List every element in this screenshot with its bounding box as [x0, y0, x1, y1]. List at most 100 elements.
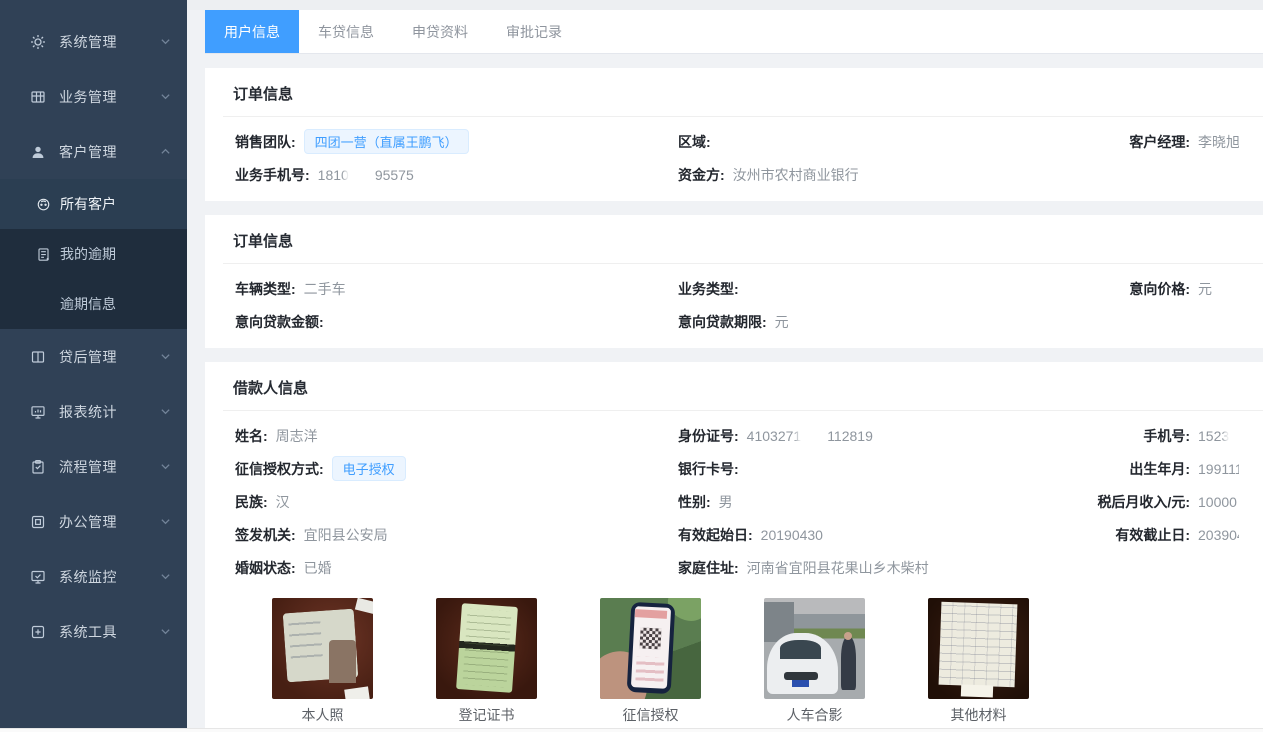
- field-home-address: 家庭住址: 河南省宜阳县花果山乡木柴村: [678, 558, 1078, 578]
- chevron-down-icon: [160, 36, 171, 47]
- sidebar-subitem-my-overdue[interactable]: 我的逾期: [0, 229, 187, 279]
- clipboard-icon: [30, 459, 46, 475]
- sidebar-item-process-management[interactable]: 流程管理: [0, 439, 187, 494]
- sidebar: 系统管理 业务管理 客户管理 所有客户: [0, 0, 187, 732]
- sidebar-subitem-label: 逾期信息: [60, 294, 116, 314]
- field-vehicle-type: 车辆类型: 二手车: [235, 279, 678, 299]
- sidebar-item-label: 系统管理: [59, 32, 160, 52]
- customer-service-icon: [36, 197, 51, 212]
- sidebar-item-business-management[interactable]: 业务管理: [0, 69, 187, 124]
- photo-item: 征信授权: [600, 598, 701, 725]
- section-title: 借款人信息: [205, 362, 1263, 410]
- photo-caption: 本人照: [272, 705, 373, 725]
- chevron-down-icon: [160, 516, 171, 527]
- sidebar-item-label: 系统工具: [59, 622, 160, 642]
- book-icon: [30, 349, 46, 365]
- field-intended-price: 意向价格: 元: [1078, 279, 1239, 299]
- photo-caption: 其他材料: [928, 705, 1029, 725]
- field-ethnicity: 民族: 汉: [235, 492, 678, 512]
- chevron-down-icon: [160, 91, 171, 102]
- field-funder: 资金方: 汝州市农村商业银行: [678, 165, 1078, 185]
- field-region: 区域:: [678, 132, 1078, 152]
- sidebar-subitem-all-customers[interactable]: 所有客户: [0, 179, 187, 229]
- top-strip: [187, 0, 1263, 10]
- photo-item: 其他材料: [928, 598, 1029, 725]
- tab-loan-application-docs[interactable]: 申贷资料: [393, 10, 487, 53]
- field-name: 姓名: 周志洋: [235, 426, 678, 446]
- field-business-type: 业务类型:: [678, 279, 1078, 299]
- photo-item: 人车合影: [764, 598, 865, 725]
- borrower-photos: 本人照 登记证书 征信授权: [235, 584, 1239, 725]
- tab-user-info[interactable]: 用户信息: [205, 10, 299, 53]
- chevron-down-icon: [160, 571, 171, 582]
- field-sales-team: 销售团队: 四团一营（直属王鹏飞）: [235, 129, 678, 154]
- id-card-photo-thumbnail[interactable]: [272, 598, 373, 699]
- redaction-blur: [1229, 429, 1239, 443]
- sidebar-item-label: 业务管理: [59, 87, 160, 107]
- field-account-manager: 客户经理: 李晓旭: [1078, 132, 1239, 152]
- gear-icon: [30, 34, 46, 50]
- tab-approval-records[interactable]: 审批记录: [487, 10, 581, 53]
- section-title: 订单信息: [205, 68, 1263, 116]
- sidebar-item-post-loan-management[interactable]: 贷后管理: [0, 329, 187, 384]
- sidebar-item-label: 系统监控: [59, 567, 160, 587]
- sidebar-item-label: 报表统计: [59, 402, 160, 422]
- field-valid-from: 有效起始日: 20190430: [678, 525, 1078, 545]
- chevron-down-icon: [160, 406, 171, 417]
- photo-caption: 人车合影: [764, 705, 865, 725]
- field-issuing-authority: 签发机关: 宜阳县公安局: [235, 525, 678, 545]
- sidebar-item-label: 办公管理: [59, 512, 160, 532]
- horizontal-scrollbar-track[interactable]: [0, 728, 1263, 732]
- chevron-up-icon: [160, 146, 171, 157]
- sidebar-item-label: 流程管理: [59, 457, 160, 477]
- document-icon: [36, 247, 51, 262]
- customer-management-submenu: 所有客户 我的逾期 逾期信息: [0, 179, 187, 329]
- redaction-blur: [349, 168, 375, 182]
- sidebar-subitem-label: 我的逾期: [60, 244, 116, 264]
- person-with-car-photo-thumbnail[interactable]: [764, 598, 865, 699]
- photo-item: 本人照: [272, 598, 373, 725]
- user-icon: [30, 144, 46, 160]
- photo-item: 登记证书: [436, 598, 537, 725]
- sidebar-item-label: 贷后管理: [59, 347, 160, 367]
- monitor-check-icon: [30, 569, 46, 585]
- registration-booklet-photo-thumbnail[interactable]: [436, 598, 537, 699]
- borrower-info-card: 借款人信息 姓名: 周志洋 身份证号: 4103271112819 手机号: 1…: [205, 362, 1263, 732]
- field-gender: 性别: 男: [678, 492, 1078, 512]
- sidebar-item-report-statistics[interactable]: 报表统计: [0, 384, 187, 439]
- chevron-down-icon: [160, 351, 171, 362]
- document-photo-thumbnail[interactable]: [928, 598, 1029, 699]
- chevron-down-icon: [160, 461, 171, 472]
- field-monthly-income: 税后月收入/元: 10000: [1078, 492, 1239, 512]
- sales-team-tag[interactable]: 四团一营（直属王鹏飞）: [304, 129, 469, 154]
- field-valid-to: 有效截止日: 20390430: [1078, 525, 1239, 545]
- credit-auth-qr-photo-thumbnail[interactable]: [600, 598, 701, 699]
- credit-auth-tag[interactable]: 电子授权: [332, 456, 406, 481]
- grid-icon: [30, 89, 46, 105]
- section-title: 订单信息: [205, 215, 1263, 263]
- field-id-number: 身份证号: 4103271112819: [678, 426, 1078, 446]
- field-bank-card: 银行卡号:: [678, 459, 1078, 479]
- field-marital-status: 婚姻状态: 已婚: [235, 558, 678, 578]
- sidebar-item-system-tools[interactable]: 系统工具: [0, 604, 187, 659]
- field-intended-loan-amount: 意向贷款金额:: [235, 312, 678, 332]
- order-info-card-2: 订单信息 车辆类型: 二手车 业务类型: 意向价格: 元 意向贷款金额: [205, 215, 1263, 348]
- sidebar-item-label: 客户管理: [59, 142, 160, 162]
- sidebar-item-office-management[interactable]: 办公管理: [0, 494, 187, 549]
- field-credit-auth-method: 征信授权方式: 电子授权: [235, 456, 678, 481]
- field-intended-loan-term: 意向贷款期限: 元: [678, 312, 1078, 332]
- photo-caption: 征信授权: [600, 705, 701, 725]
- redaction-blur: [801, 429, 827, 443]
- box-icon: [30, 514, 46, 530]
- sidebar-item-customer-management[interactable]: 客户管理: [0, 124, 187, 179]
- tab-car-loan-info[interactable]: 车贷信息: [299, 10, 393, 53]
- field-business-phone: 业务手机号: 181095575: [235, 165, 678, 185]
- sidebar-item-system-monitoring[interactable]: 系统监控: [0, 549, 187, 604]
- order-info-card-1: 订单信息 销售团队: 四团一营（直属王鹏飞） 区域: 客户经理: 李晓旭: [205, 68, 1263, 201]
- field-birth-date: 出生年月: 19911111: [1078, 459, 1239, 479]
- main-content: 用户信息 车贷信息 申贷资料 审批记录 订单信息 销售团队: 四团一营（直属王鹏…: [187, 0, 1263, 732]
- sidebar-item-system-management[interactable]: 系统管理: [0, 14, 187, 69]
- field-mobile: 手机号: 15236137: [1078, 426, 1239, 446]
- detail-tabs: 用户信息 车贷信息 申贷资料 审批记录: [205, 10, 1263, 54]
- sidebar-subitem-overdue-info[interactable]: 逾期信息: [0, 279, 187, 329]
